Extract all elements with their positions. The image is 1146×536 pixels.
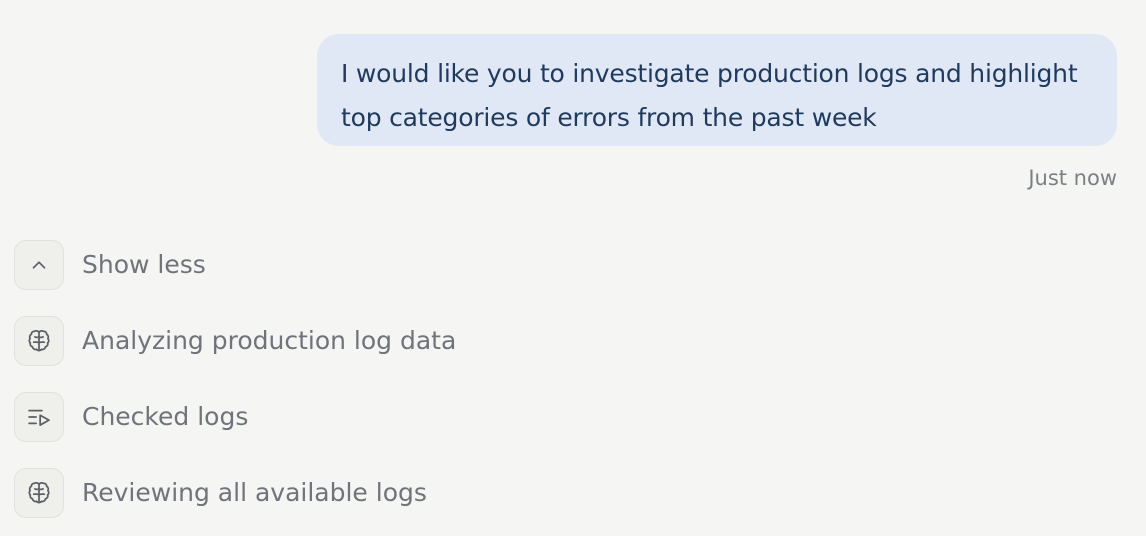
step-icon-box [14,468,64,518]
step-label: Reviewing all available logs [82,478,427,507]
message-timestamp: Just now [1028,166,1117,190]
step-label: Analyzing production log data [82,326,457,355]
step-reviewing-all-available-logs[interactable]: Reviewing all available logs [14,467,427,519]
user-message-bubble: I would like you to investigate producti… [317,34,1117,146]
user-message-text: I would like you to investigate producti… [341,59,1078,132]
show-less-icon-button[interactable] [14,240,64,290]
step-icon-box [14,316,64,366]
log-list-icon [28,409,50,426]
brain-icon [28,330,50,352]
show-less-label: Show less [82,250,206,279]
chevron-up-icon [32,261,46,269]
show-less-toggle[interactable]: Show less [14,239,206,291]
chat-thread: I would like you to investigate producti… [0,0,1146,536]
brain-icon [28,482,50,504]
step-analyzing-production-log-data[interactable]: Analyzing production log data [14,315,456,367]
step-icon-box [14,392,64,442]
step-label: Checked logs [82,402,249,431]
step-checked-logs[interactable]: Checked logs [14,391,248,443]
